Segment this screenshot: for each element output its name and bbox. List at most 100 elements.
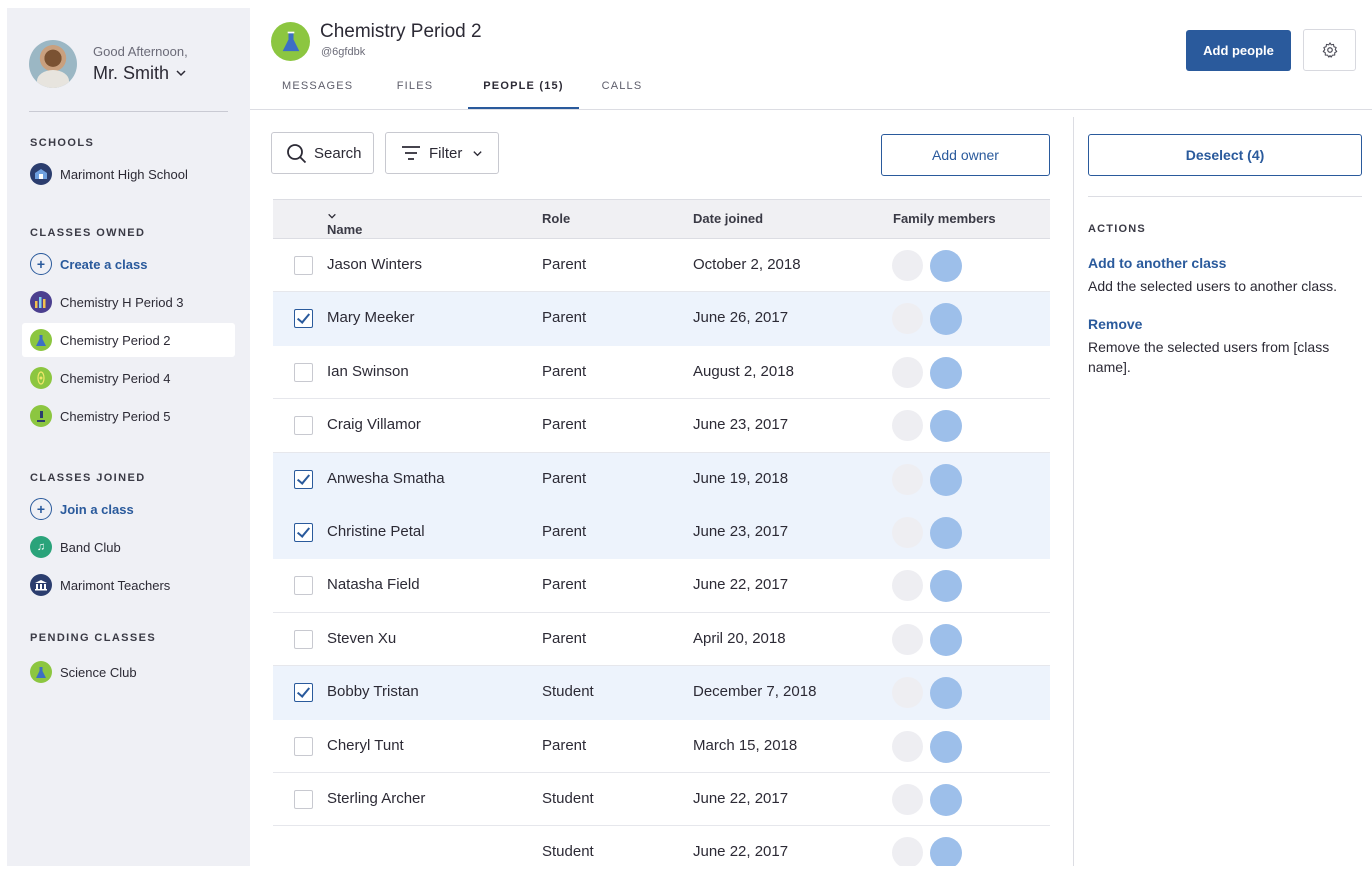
sidebar-item-marimont-teachers[interactable]: Marimont Teachers xyxy=(22,568,235,602)
family-member-avatar[interactable] xyxy=(930,463,962,496)
family-member-avatar[interactable] xyxy=(892,516,923,548)
table-row[interactable]: Natasha Field Parent June 22, 2017 xyxy=(273,559,1050,613)
table-row[interactable]: Craig Villamor Parent June 23, 2017 xyxy=(273,399,1050,453)
add-people-button[interactable]: Add people xyxy=(1186,30,1291,71)
sidebar-item-marimont-high-school[interactable]: Marimont High School xyxy=(22,157,235,191)
row-name: Craig Villamor xyxy=(327,416,421,434)
family-member-avatar[interactable] xyxy=(930,250,962,282)
family-member-avatar[interactable] xyxy=(892,623,923,655)
family-member-avatar[interactable] xyxy=(892,677,923,709)
sidebar-item-label: Chemistry H Period 3 xyxy=(60,294,184,310)
sidebar-item-label: Band Club xyxy=(60,539,121,555)
filter-button[interactable]: Filter xyxy=(385,132,499,174)
sort-name-header[interactable]: Name xyxy=(327,211,362,237)
deselect-button[interactable]: Deselect (4) xyxy=(1088,134,1362,176)
row-role: Parent xyxy=(542,256,587,273)
family-member-avatar[interactable] xyxy=(930,783,962,816)
tab-calls[interactable]: CALLS xyxy=(579,70,665,110)
family-member-avatar[interactable] xyxy=(930,677,962,710)
tab-files[interactable]: FILES xyxy=(362,70,468,110)
section-pending-classes: PENDING CLASSES xyxy=(30,632,157,644)
family-member-avatar[interactable] xyxy=(892,463,923,495)
settings-button[interactable] xyxy=(1303,29,1356,71)
flask-icon xyxy=(282,31,299,51)
row-checkbox[interactable] xyxy=(294,576,313,596)
family-member-avatar[interactable] xyxy=(892,250,923,281)
table-row[interactable]: Christine Petal Parent June 23, 2017 xyxy=(273,505,1050,560)
family-member-avatar[interactable] xyxy=(930,730,962,763)
table-row[interactable]: Sterling Archer Student June 22, 2017 xyxy=(273,773,1050,827)
family-member-avatar[interactable] xyxy=(892,303,923,335)
family-member-avatar[interactable] xyxy=(930,410,962,443)
search-icon xyxy=(287,143,307,163)
row-date-joined: October 2, 2018 xyxy=(693,256,801,273)
sidebar-item-chemistry-period-5[interactable]: Chemistry Period 5 xyxy=(22,399,235,433)
user-name-dropdown[interactable]: Mr. Smith xyxy=(93,61,188,85)
family-member-avatar[interactable] xyxy=(930,516,962,549)
family-member-avatar[interactable] xyxy=(930,356,962,389)
microscope-icon xyxy=(30,405,52,427)
profile-menu[interactable]: Good Afternoon, Mr. Smith xyxy=(29,40,188,88)
column-name: Name xyxy=(327,222,363,237)
search-button[interactable]: Search xyxy=(271,132,374,174)
table-row[interactable]: Anwesha Smatha Parent June 19, 2018 xyxy=(273,452,1050,506)
family-member-avatar[interactable] xyxy=(892,730,923,762)
sidebar-item-chemistry-period-4[interactable]: Chemistry Period 4 xyxy=(22,361,235,395)
row-checkbox[interactable] xyxy=(294,789,313,809)
sidebar: Good Afternoon, Mr. Smith SCHOOLS Marimo… xyxy=(7,8,250,866)
row-checkbox[interactable] xyxy=(294,416,313,436)
row-checkbox[interactable] xyxy=(294,522,313,542)
chevron-down-icon xyxy=(328,213,336,219)
family-member-avatar[interactable] xyxy=(930,303,962,336)
add-to-another-class-link[interactable]: Add to another class xyxy=(1088,255,1226,271)
family-member-avatar[interactable] xyxy=(930,837,962,866)
row-date-joined: June 23, 2017 xyxy=(693,416,789,434)
row-date-joined: June 22, 2017 xyxy=(693,843,789,861)
family-member-avatar[interactable] xyxy=(892,356,923,388)
add-owner-button[interactable]: Add owner xyxy=(881,134,1050,176)
sidebar-item-label: Chemistry Period 2 xyxy=(60,332,171,348)
sidebar-item-science-club[interactable]: Science Club xyxy=(22,655,235,689)
table-row[interactable]: Bobby Tristan Student December 7, 2018 xyxy=(273,666,1050,720)
family-member-avatar[interactable] xyxy=(930,570,962,603)
row-checkbox[interactable] xyxy=(294,309,313,329)
row-checkbox[interactable] xyxy=(294,469,313,489)
row-checkbox[interactable] xyxy=(294,256,313,275)
create-class-link[interactable]: + Create a class xyxy=(22,247,235,281)
remove-link[interactable]: Remove xyxy=(1088,316,1142,332)
row-date-joined: June 26, 2017 xyxy=(693,309,789,327)
table-row[interactable]: Ian Swinson Parent August 2, 2018 xyxy=(273,346,1050,400)
row-date-joined: June 23, 2017 xyxy=(693,522,789,540)
plus-icon: + xyxy=(30,498,52,520)
row-role: Student xyxy=(542,683,594,701)
row-checkbox[interactable] xyxy=(294,683,313,703)
column-role: Role xyxy=(542,211,571,226)
sidebar-item-label: Science Club xyxy=(60,664,137,680)
table-row[interactable]: Steven Xu Parent April 20, 2018 xyxy=(273,613,1050,667)
table-row[interactable]: Cheryl Tunt Parent March 15, 2018 xyxy=(273,720,1050,773)
table-row[interactable]: Student June 22, 2017 xyxy=(273,826,1050,866)
row-checkbox[interactable] xyxy=(294,736,313,756)
sidebar-item-band-club[interactable]: ♫ Band Club xyxy=(22,530,235,564)
divider xyxy=(29,111,228,112)
section-classes-owned: CLASSES OWNED xyxy=(30,227,146,239)
row-checkbox[interactable] xyxy=(294,362,313,382)
row-checkbox[interactable] xyxy=(294,629,313,649)
tab-messages[interactable]: MESSAGES xyxy=(271,70,362,110)
table-body: Jason Winters Parent October 2, 2018 Mary M… xyxy=(273,239,1050,866)
sidebar-item-chemistry-h-period-3[interactable]: Chemistry H Period 3 xyxy=(22,285,235,319)
tab-people[interactable]: PEOPLE (15) xyxy=(468,70,579,110)
row-name: Steven Xu xyxy=(327,629,397,647)
family-member-avatar[interactable] xyxy=(930,623,962,656)
family-member-avatar[interactable] xyxy=(892,783,923,815)
search-label: Search xyxy=(314,144,362,162)
sidebar-item-label: Chemistry Period 5 xyxy=(60,408,171,424)
join-class-link[interactable]: + Join a class xyxy=(22,492,235,526)
table-row[interactable]: Mary Meeker Parent June 26, 2017 xyxy=(273,292,1050,346)
table-row[interactable]: Jason Winters Parent October 2, 2018 xyxy=(273,239,1050,293)
family-member-avatar[interactable] xyxy=(892,837,923,866)
family-member-avatar[interactable] xyxy=(892,410,923,442)
row-date-joined: August 2, 2018 xyxy=(693,362,794,380)
family-member-avatar[interactable] xyxy=(892,570,923,602)
sidebar-item-chemistry-period-2[interactable]: Chemistry Period 2 xyxy=(22,323,235,357)
